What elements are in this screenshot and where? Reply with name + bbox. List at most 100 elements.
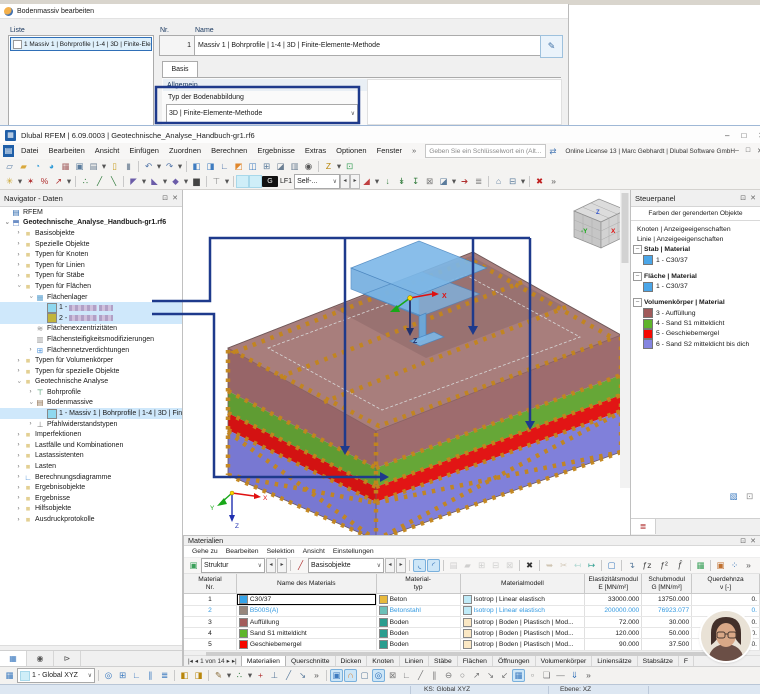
grid-view-icon[interactable]: ⊡ <box>343 160 356 173</box>
support-icon[interactable]: ⊤ <box>210 175 223 188</box>
dd9[interactable]: ▾ <box>183 175 189 188</box>
close-icon[interactable]: ✕ <box>750 194 756 202</box>
close-icon[interactable]: ✕ <box>172 194 178 202</box>
circle-minus-icon[interactable]: ⊖ <box>442 669 455 682</box>
tab-f[interactable]: F <box>678 656 695 666</box>
menu-optionen[interactable]: Optionen <box>331 143 371 159</box>
menu-bearbeiten[interactable]: Bearbeiten <box>43 143 89 159</box>
massif-listbox[interactable]: 1 Massiv 1 | Bohrprofile | 1-4 | 3D | Fi… <box>8 35 154 126</box>
coordinate-system-combo[interactable]: 1 - Global XYZ ∨ <box>17 668 95 683</box>
keyword-search-input[interactable]: Geben Sie ein Schlüsselwort ein (Alt... <box>425 144 547 158</box>
table-gray3-icon[interactable]: ⊞ <box>475 559 488 572</box>
chevron-icon[interactable]: › <box>14 230 23 236</box>
chevron-icon[interactable]: › <box>28 398 34 407</box>
chevron-icon[interactable]: › <box>14 485 23 491</box>
tree-item-ergebnisobjekte[interactable]: › ■ Ergebnisobjekte <box>0 482 182 493</box>
mat-menu-selektion[interactable]: Selektion <box>263 546 299 557</box>
tree-item-project-file[interactable]: › ⬒ Geotechnische_Analyse_Handbuch-gr1.rf6 <box>0 218 182 229</box>
arrow-se2-icon[interactable]: ↘ <box>484 669 497 682</box>
door-icon[interactable]: ⌂ <box>492 175 505 188</box>
protocol-icon[interactable]: ▥ <box>288 160 301 173</box>
col-right-icon[interactable]: ↦ <box>585 559 598 572</box>
chevron-icon[interactable]: › <box>14 241 23 247</box>
load-member-icon[interactable]: ↧ <box>409 175 422 188</box>
chevron-icon[interactable]: › <box>14 368 23 374</box>
dd13[interactable]: ▾ <box>520 175 526 188</box>
massif-list-item[interactable]: 1 Massiv 1 | Bohrprofile | 1-4 | 3D | Fi… <box>10 37 152 51</box>
column-header[interactable]: Materialmodell <box>461 574 586 594</box>
sp-stab-c3037[interactable]: 1 - C30/37 <box>633 255 759 266</box>
decimals-icon[interactable]: ⁘ <box>728 559 741 572</box>
guides-icon[interactable]: ∥ <box>144 669 157 682</box>
node-tool-icon[interactable]: ✳ <box>3 175 16 188</box>
dd12[interactable]: ▾ <box>451 175 457 188</box>
chevron-icon[interactable]: › <box>16 377 22 386</box>
chevron-icon[interactable]: › <box>14 464 23 470</box>
table-gray4-icon[interactable]: ⊟ <box>489 559 502 572</box>
fx1-icon[interactable]: ƒz <box>639 559 655 572</box>
tree-item-basisobjekte[interactable]: › ■ Basisobjekte <box>0 228 182 239</box>
table-row-material-3[interactable]: 3 Auffüllung Boden Isotrop | Boden | Plasti… <box>184 616 760 629</box>
delete-rows-icon[interactable]: ✖ <box>523 559 536 572</box>
box-icon[interactable]: ▢ <box>358 669 371 682</box>
menu-fenster[interactable]: Fenster <box>372 143 407 159</box>
render-colors-header[interactable]: Farben der gerenderten Objekte <box>631 207 760 221</box>
column-header[interactable]: Elastizitätsmodul E [MN/m²] <box>585 574 643 594</box>
tab-öffnungen[interactable]: Öffnungen <box>492 656 536 666</box>
load-line-icon[interactable]: ↡ <box>395 175 408 188</box>
column-header[interactable]: Material Nr. <box>184 574 237 594</box>
tree-item-flaechensteifigkeitsmodifizierungen[interactable]: ▥ Flächensteifigkeitsmodifizierungen <box>0 334 182 345</box>
visibility-icon[interactable]: ◆ <box>169 175 182 188</box>
tab-materialien[interactable]: Materialien <box>240 656 286 666</box>
circle-icon[interactable]: ○ <box>456 669 469 682</box>
tree-item-flaechenlager[interactable]: › ▦ Flächenlager <box>0 292 182 303</box>
tree-item-flaechenexzentrizitaeten[interactable]: ≋ Flächenexzentrizitäten <box>0 324 182 335</box>
table-pager[interactable]: |◂ ◂ 1 von 14 ▸ ▸| <box>184 657 241 666</box>
color-chip-2[interactable] <box>249 175 262 188</box>
sp-geschiebemergel[interactable]: 5 - Geschiebemergel <box>633 328 759 339</box>
chevron-icon[interactable]: › <box>26 421 35 427</box>
chevron-icon[interactable]: › <box>26 389 35 395</box>
chevron-icon[interactable]: › <box>14 474 23 480</box>
tree-item-imperfektionen[interactable]: › ■ Imperfektionen <box>0 429 182 440</box>
close-box-icon[interactable]: ⊠ <box>386 669 399 682</box>
tree-item-typen-fuer-knoten[interactable]: › ■ Typen für Knoten <box>0 249 182 260</box>
frame-icon[interactable]: ▫ <box>526 669 539 682</box>
percent-tool-icon[interactable]: % <box>38 175 51 188</box>
tree-item-typen-fuer-staebe[interactable]: › ■ Typen für Stäbe <box>0 271 182 282</box>
chevron-icon[interactable]: › <box>14 517 23 523</box>
fx3-icon[interactable]: ƒ̂ <box>673 559 687 572</box>
chevron-icon[interactable]: › <box>14 453 23 459</box>
g-load-badge[interactable]: G <box>262 176 278 187</box>
flag-icon[interactable]: ◢ <box>360 175 373 188</box>
pointer-red-icon[interactable]: ➔ <box>458 175 471 188</box>
redo-icon[interactable]: ↷ <box>163 160 176 173</box>
save-icon[interactable]: ▣ <box>73 160 86 173</box>
table-gray5-icon[interactable]: ⊠ <box>503 559 516 572</box>
perp-icon[interactable]: ⊥ <box>268 669 281 682</box>
materials-table[interactable]: Material Nr. Name des Materials Material-ty… <box>184 574 760 651</box>
menu-ansicht[interactable]: Ansicht <box>90 143 125 159</box>
cancel-icon[interactable]: ✖ <box>533 175 546 188</box>
angle-icon[interactable]: ∟ <box>400 669 413 682</box>
window-two-icon[interactable]: ◨ <box>204 160 217 173</box>
tree-item-berechnungsdiagramme[interactable]: › ∟ Berechnungsdiagramme <box>0 472 182 483</box>
import-icon[interactable]: ◔ <box>31 160 44 173</box>
export-table-icon[interactable]: ▦ <box>694 559 707 572</box>
axes-icon[interactable]: + <box>254 669 267 682</box>
close-icon[interactable]: ✕ <box>750 537 756 545</box>
tree-item-flaechenlager-2[interactable]: 2 - <box>0 312 182 324</box>
col-left-icon[interactable]: ↤ <box>571 559 584 572</box>
tab-liniensätze[interactable]: Liniensätze <box>592 656 638 666</box>
target-icon[interactable]: ◎ <box>372 669 385 682</box>
menu-zuordnen[interactable]: Zuordnen <box>164 143 206 159</box>
ortho-icon[interactable]: ∟ <box>130 669 143 682</box>
more1[interactable]: » <box>547 175 560 188</box>
print-icon[interactable]: ▤ <box>87 160 100 173</box>
edit-name-button[interactable]: ✎ <box>540 35 563 58</box>
next-table-button[interactable]: ▸ <box>277 558 287 574</box>
mat-menu-gehe-zu[interactable]: Gehe zu <box>188 546 222 557</box>
maximize-button[interactable]: □ <box>741 131 746 140</box>
table-category-combo[interactable]: Basisobjekte ∨ <box>308 558 384 574</box>
tree-item-bohrprofile[interactable]: › ⊤ Bohrprofile <box>0 387 182 398</box>
